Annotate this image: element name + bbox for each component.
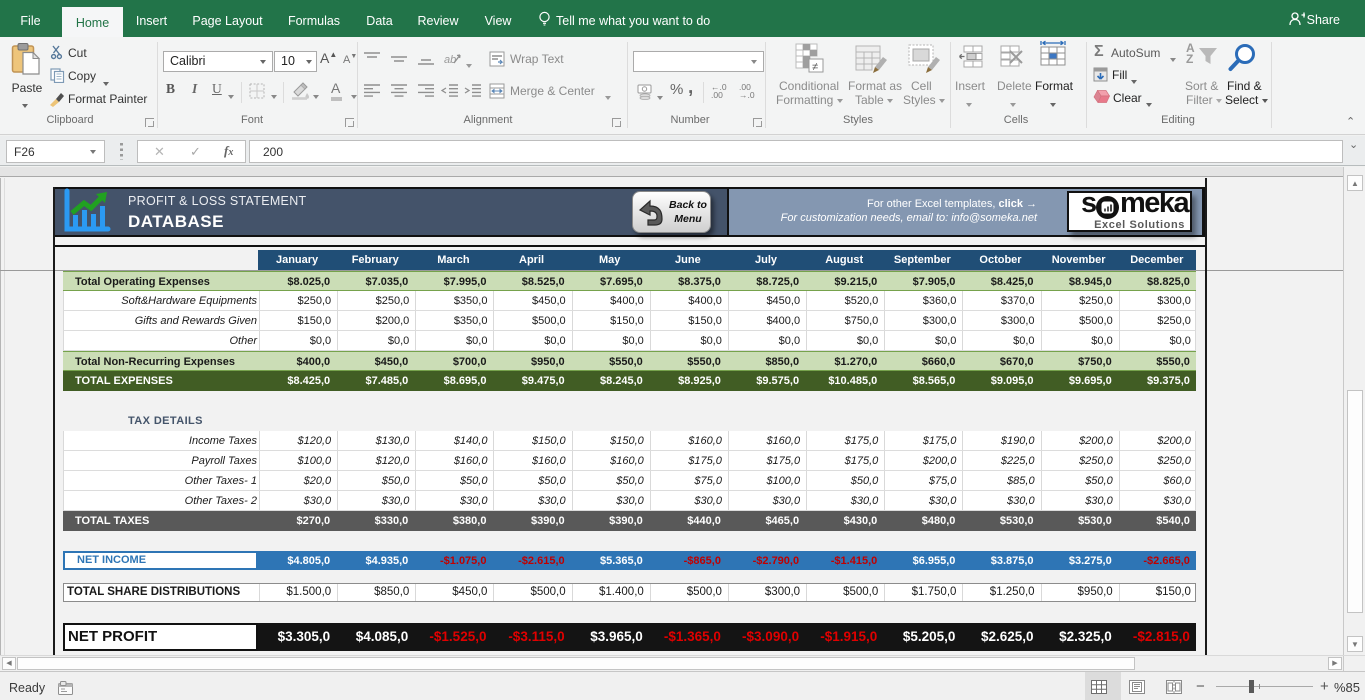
svg-text:≠: ≠ xyxy=(812,61,818,73)
svg-text:ab: ab xyxy=(444,54,456,66)
